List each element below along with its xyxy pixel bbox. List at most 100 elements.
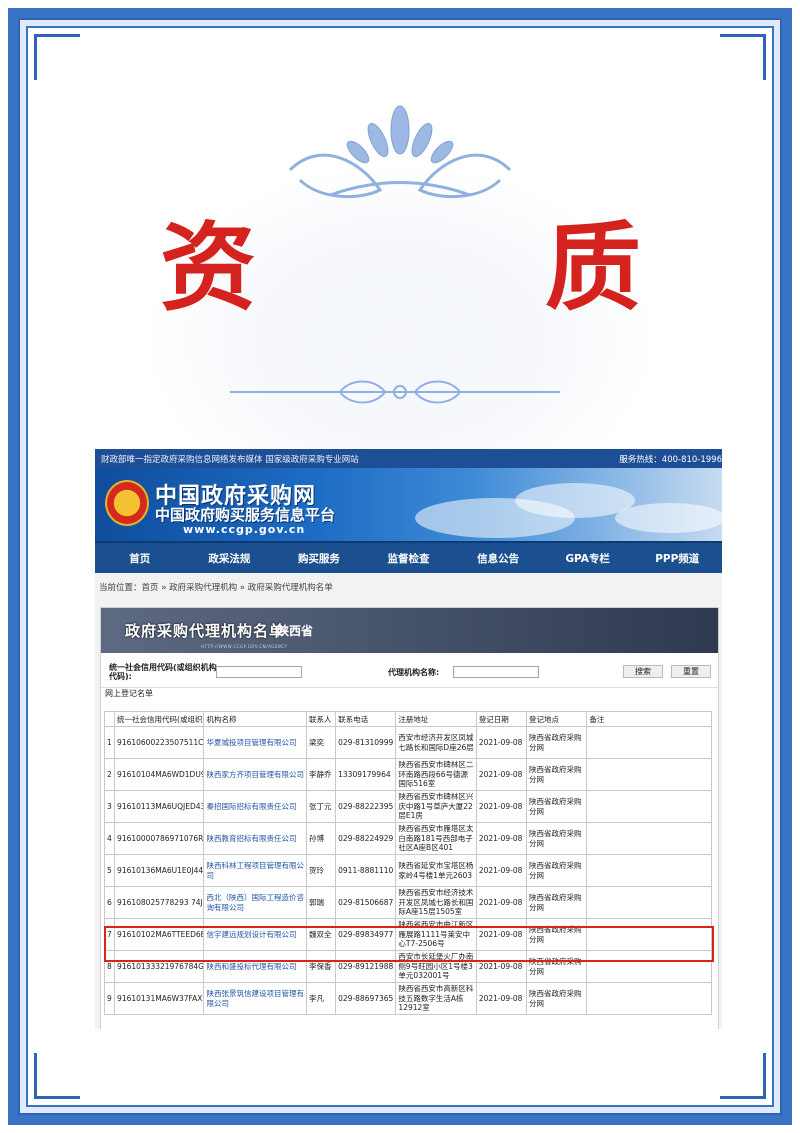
credit-code-label: 统一社会信用代码(或组织机构代码):: [109, 663, 217, 681]
table-row: 8 91610133321976784G 陕西和盛投标代理有限公司 李保香 029-89…: [103, 950, 712, 983]
divider-ornament-icon: [230, 380, 560, 404]
crown-ornament-icon: [288, 105, 512, 199]
cell-contact: 梁奕: [305, 726, 337, 759]
col-header-place: 登记地点: [526, 711, 588, 727]
breadcrumb: 当前位置：首页 » 政府采购代理机构 » 政府采购代理机构名单: [99, 583, 333, 593]
nav-ppp[interactable]: PPP频道: [632, 551, 722, 566]
cell-phone: 029-81506687: [335, 886, 397, 919]
table-row: 5 91610136MA6U1E0J44 陕西科林工程项目管理有限公司 贺玲 0911-…: [103, 854, 712, 887]
cell-note: [586, 790, 712, 823]
cell-code: 91610102MA6TTEED6B: [114, 918, 205, 951]
nav-regulations[interactable]: 政采法规: [185, 551, 275, 566]
cell-phone: 029-89121988: [335, 950, 397, 983]
cell-place: 陕西省政府采购分网: [526, 726, 588, 759]
cell-address: 陕西省西安市经济技术开发区凤城七路长和国际A座15层1505室: [395, 886, 477, 919]
cell-address: 西安市经济开发区凤城七路长和国际D座26层: [395, 726, 477, 759]
cell-no: 8: [103, 950, 116, 983]
cell-phone: 029-88697365: [335, 982, 397, 1015]
list-title: 政府采购代理机构名单: [125, 622, 286, 640]
cell-phone: 029-81310999: [335, 726, 397, 759]
cell-phone: 0911-8881110: [335, 854, 397, 887]
agency-list-panel: 政府采购代理机构名单 陕西省 HTTP://WWW.CCGP.GOV.CN/AG…: [100, 607, 719, 1029]
list-header: 政府采购代理机构名单 陕西省 HTTP://WWW.CCGP.GOV.CN/AG…: [101, 608, 718, 653]
title-char-right: 质: [545, 211, 641, 324]
cell-no: 3: [103, 790, 116, 823]
agency-name-label: 代理机构名称:: [388, 668, 440, 677]
col-header-note: 备注: [586, 711, 712, 727]
cell-phone: 029-88224929: [335, 822, 397, 855]
cell-no: 7: [103, 918, 116, 951]
cell-agency-name[interactable]: 信宇建远规划设计有限公司: [203, 918, 307, 951]
cell-place: 陕西省政府采购分网: [526, 758, 588, 791]
topbar-hotline: 服务热线：400-810-1996: [619, 454, 722, 465]
cell-agency-name[interactable]: 陕西科林工程项目管理有限公司: [203, 854, 307, 887]
cell-agency-name[interactable]: 陕西和盛投标代理有限公司: [203, 950, 307, 983]
cell-no: 4: [103, 822, 116, 855]
table-header-row: 统一社会信用代码(或组织 机构名称 联系人 联系电话 注册地址 登记日期 登记地…: [103, 711, 712, 727]
agency-name-input[interactable]: [453, 666, 539, 678]
cell-contact: 魏双全: [305, 918, 337, 951]
cell-agency-name[interactable]: 陕西教育招标有限责任公司: [203, 822, 307, 855]
nav-home[interactable]: 首页: [95, 551, 185, 566]
frame-corner-bottom-left: [34, 1053, 80, 1099]
cell-place: 陕西省政府采购分网: [526, 854, 588, 887]
frame-corner-top-left: [34, 34, 80, 80]
cell-note: [586, 982, 712, 1015]
site-topbar: 财政部唯一指定政府采购信息网络发布媒体 国家级政府采购专业网站 服务热线：400…: [95, 449, 722, 468]
cell-code: 91610000786971076R: [114, 822, 205, 855]
table-row: 3 91610113MA6UQJED43 秦招国际招标有限责任公司 张丁元 029-88…: [103, 790, 712, 823]
reset-button[interactable]: 重置: [671, 665, 711, 678]
main-nav: 首页 政采法规 购买服务 监督检查 信息公告 GPA专栏 PPP频道: [95, 541, 722, 573]
cell-no: 2: [103, 758, 116, 791]
col-header-date: 登记日期: [475, 711, 528, 727]
table-row: 6 916108025778293 74J 西北（陕西）国际工程造价咨询有限公司 郭瑞…: [103, 886, 712, 919]
col-header-code: 统一社会信用代码(或组织: [114, 711, 205, 727]
nav-supervision[interactable]: 监督检查: [364, 551, 454, 566]
cell-date: 2021-09-08: [475, 918, 528, 951]
cell-agency-name[interactable]: 华夏城投项目管理有限公司: [203, 726, 307, 759]
cell-note: [586, 918, 712, 951]
cell-date: 2021-09-08: [475, 886, 528, 919]
national-emblem-icon: [105, 480, 149, 526]
cell-address: 陕西省西安市雁塔区太白南路181号西部电子社区A座B区401: [395, 822, 477, 855]
cell-phone: 029-89834977: [335, 918, 397, 951]
search-button[interactable]: 搜索: [623, 665, 663, 678]
cell-agency-name[interactable]: 陕西张景筑信建设项目管理有限公司: [203, 982, 307, 1015]
cell-place: 陕西省政府采购分网: [526, 790, 588, 823]
cell-agency-name[interactable]: 秦招国际招标有限责任公司: [203, 790, 307, 823]
cell-code: 91610133321976784G: [114, 950, 205, 983]
nav-gpa[interactable]: GPA专栏: [543, 551, 633, 566]
cell-contact: 张丁元: [305, 790, 337, 823]
cell-note: [586, 726, 712, 759]
cell-note: [586, 886, 712, 919]
cell-phone: 029-88222395: [335, 790, 397, 823]
cell-date: 2021-09-08: [475, 790, 528, 823]
cell-contact: 贺玲: [305, 854, 337, 887]
cell-date: 2021-09-08: [475, 854, 528, 887]
cell-address: 西安市长延堡火厂办南侧9号旺园小区1号楼3单元032001号: [395, 950, 477, 983]
credit-code-input[interactable]: [216, 666, 302, 678]
cell-code: 91610104MA6WD1DU9W: [114, 758, 205, 791]
title-char-left: 资: [160, 211, 256, 324]
agency-table: 统一社会信用代码(或组织 机构名称 联系人 联系电话 注册地址 登记日期 登记地…: [103, 711, 712, 1015]
cell-code: 916108025778293 74J: [114, 886, 205, 919]
nav-announcements[interactable]: 信息公告: [453, 551, 543, 566]
cell-code: 91610600223507511C: [114, 726, 205, 759]
nav-services[interactable]: 购买服务: [274, 551, 364, 566]
cell-contact: 李静乔: [305, 758, 337, 791]
cell-code: 91610131MA6W37FAXM: [114, 982, 205, 1015]
cell-no: 6: [103, 886, 116, 919]
table-row: 9 91610131MA6W37FAXM 陕西张景筑信建设项目管理有限公司 李凡 029…: [103, 982, 712, 1015]
col-header-address: 注册地址: [395, 711, 477, 727]
cell-note: [586, 822, 712, 855]
table-row: 7 91610102MA6TTEED6B 信宇建远规划设计有限公司 魏双全 029-89…: [103, 918, 712, 951]
cell-agency-name[interactable]: 西北（陕西）国际工程造价咨询有限公司: [203, 886, 307, 919]
cell-contact: 李凡: [305, 982, 337, 1015]
cell-place: 陕西省政府采购分网: [526, 886, 588, 919]
cell-place: 陕西省政府采购分网: [526, 982, 588, 1015]
cell-date: 2021-09-08: [475, 822, 528, 855]
col-header-no: [103, 711, 116, 727]
cell-date: 2021-09-08: [475, 758, 528, 791]
cell-date: 2021-09-08: [475, 982, 528, 1015]
cell-agency-name[interactable]: 陕西家方齐项目管理有限公司: [203, 758, 307, 791]
